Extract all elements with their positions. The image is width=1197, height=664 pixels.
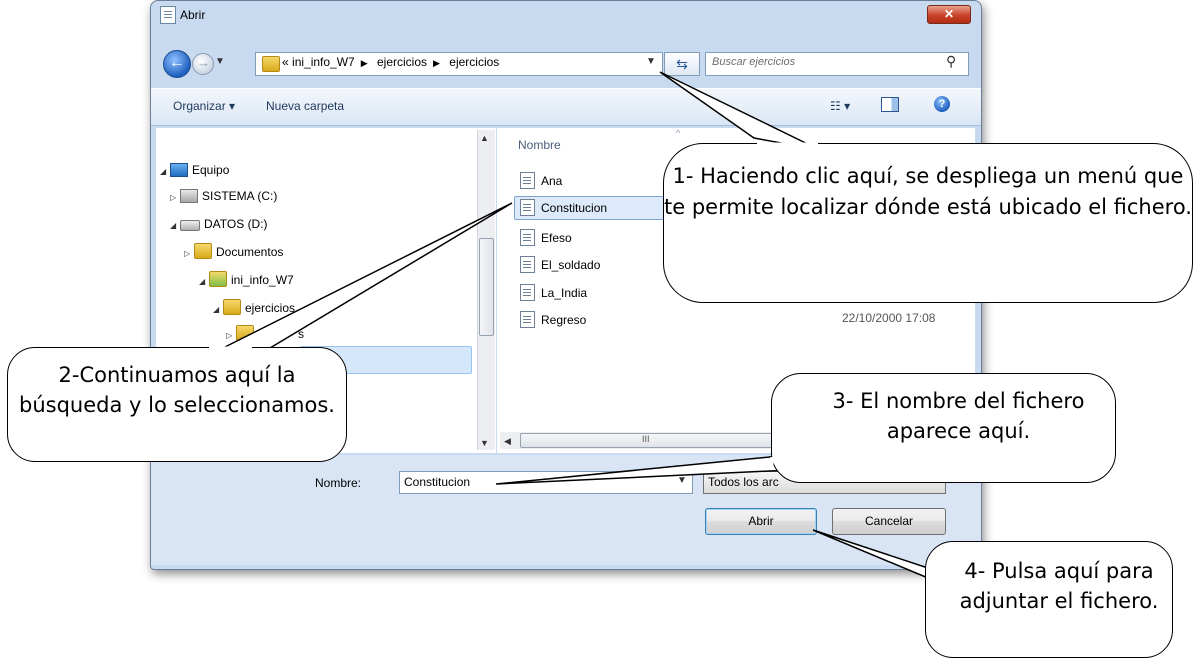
callout-pointer-joins xyxy=(209,142,941,581)
